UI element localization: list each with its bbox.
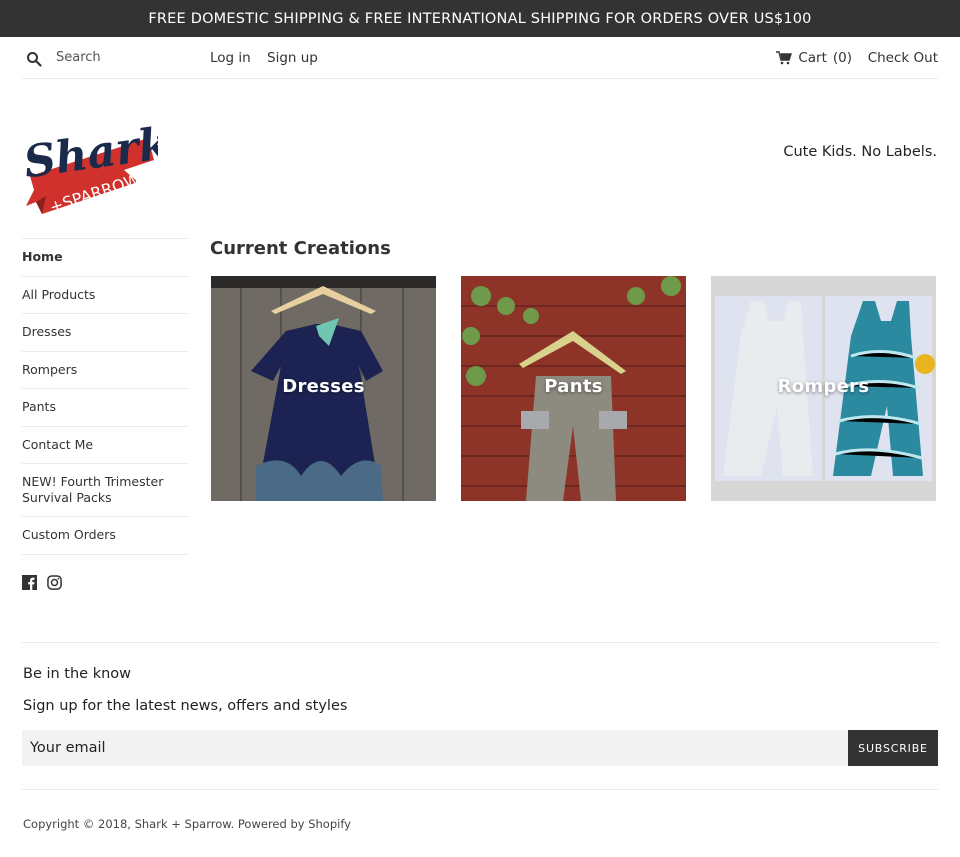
sidebar-item-all-products[interactable]: All Products: [22, 277, 188, 314]
logo[interactable]: Shark +SPARROW: [20, 98, 173, 218]
announcement-bar: FREE DOMESTIC SHIPPING & FREE INTERNATIO…: [0, 0, 960, 37]
collection-card-dresses[interactable]: Dresses: [211, 276, 436, 501]
search-input[interactable]: [56, 46, 196, 68]
newsletter-subtitle: Sign up for the latest news, offers and …: [23, 698, 348, 714]
copyright-text: Copyright © 2018, Shark + Sparrow.: [23, 817, 235, 831]
top-bar: Log in Sign up Cart (0) Check Out: [22, 37, 938, 79]
social-links: [22, 575, 63, 591]
collection-card-rompers[interactable]: Rompers: [711, 276, 936, 501]
sidebar-item-home[interactable]: Home: [22, 239, 188, 277]
sidebar-item-fourth-trimester[interactable]: NEW! Fourth Trimester Survival Packs: [22, 464, 188, 517]
powered-by-link[interactable]: Powered by Shopify: [238, 817, 351, 831]
footer-divider: [22, 642, 938, 643]
collection-card-pants[interactable]: Pants: [461, 276, 686, 501]
login-link[interactable]: Log in: [210, 50, 251, 66]
cart-count: (0): [832, 50, 852, 66]
cart-label: Cart: [798, 50, 827, 66]
collection-label: Rompers: [777, 376, 870, 397]
cart-link[interactable]: Cart (0): [776, 50, 852, 66]
sidebar-nav: Home All Products Dresses Rompers Pants …: [22, 238, 188, 555]
sidebar-item-dresses[interactable]: Dresses: [22, 314, 188, 352]
announcement-text: FREE DOMESTIC SHIPPING & FREE INTERNATIO…: [148, 10, 812, 27]
newsletter-title: Be in the know: [23, 666, 132, 682]
collection-label: Dresses: [282, 376, 365, 397]
subscribe-button[interactable]: SUBSCRIBE: [848, 730, 938, 766]
sidebar-item-rompers[interactable]: Rompers: [22, 352, 188, 389]
instagram-icon[interactable]: [47, 575, 63, 591]
checkout-link[interactable]: Check Out: [868, 50, 938, 66]
newsletter-email-input[interactable]: [22, 730, 848, 766]
facebook-icon[interactable]: [22, 575, 38, 591]
section-title: Current Creations: [210, 238, 391, 259]
footer-divider: [22, 789, 938, 790]
cart-icon: [776, 51, 793, 65]
sidebar-item-custom-orders[interactable]: Custom Orders: [22, 517, 188, 555]
sidebar-item-contact[interactable]: Contact Me: [22, 427, 188, 464]
tagline: Cute Kids. No Labels.: [783, 144, 937, 160]
signup-link[interactable]: Sign up: [267, 50, 318, 66]
copyright: Copyright © 2018, Shark + Sparrow. Power…: [23, 817, 351, 831]
collection-label: Pants: [544, 376, 603, 397]
search-icon[interactable]: [26, 51, 42, 67]
sidebar-item-pants[interactable]: Pants: [22, 389, 188, 427]
